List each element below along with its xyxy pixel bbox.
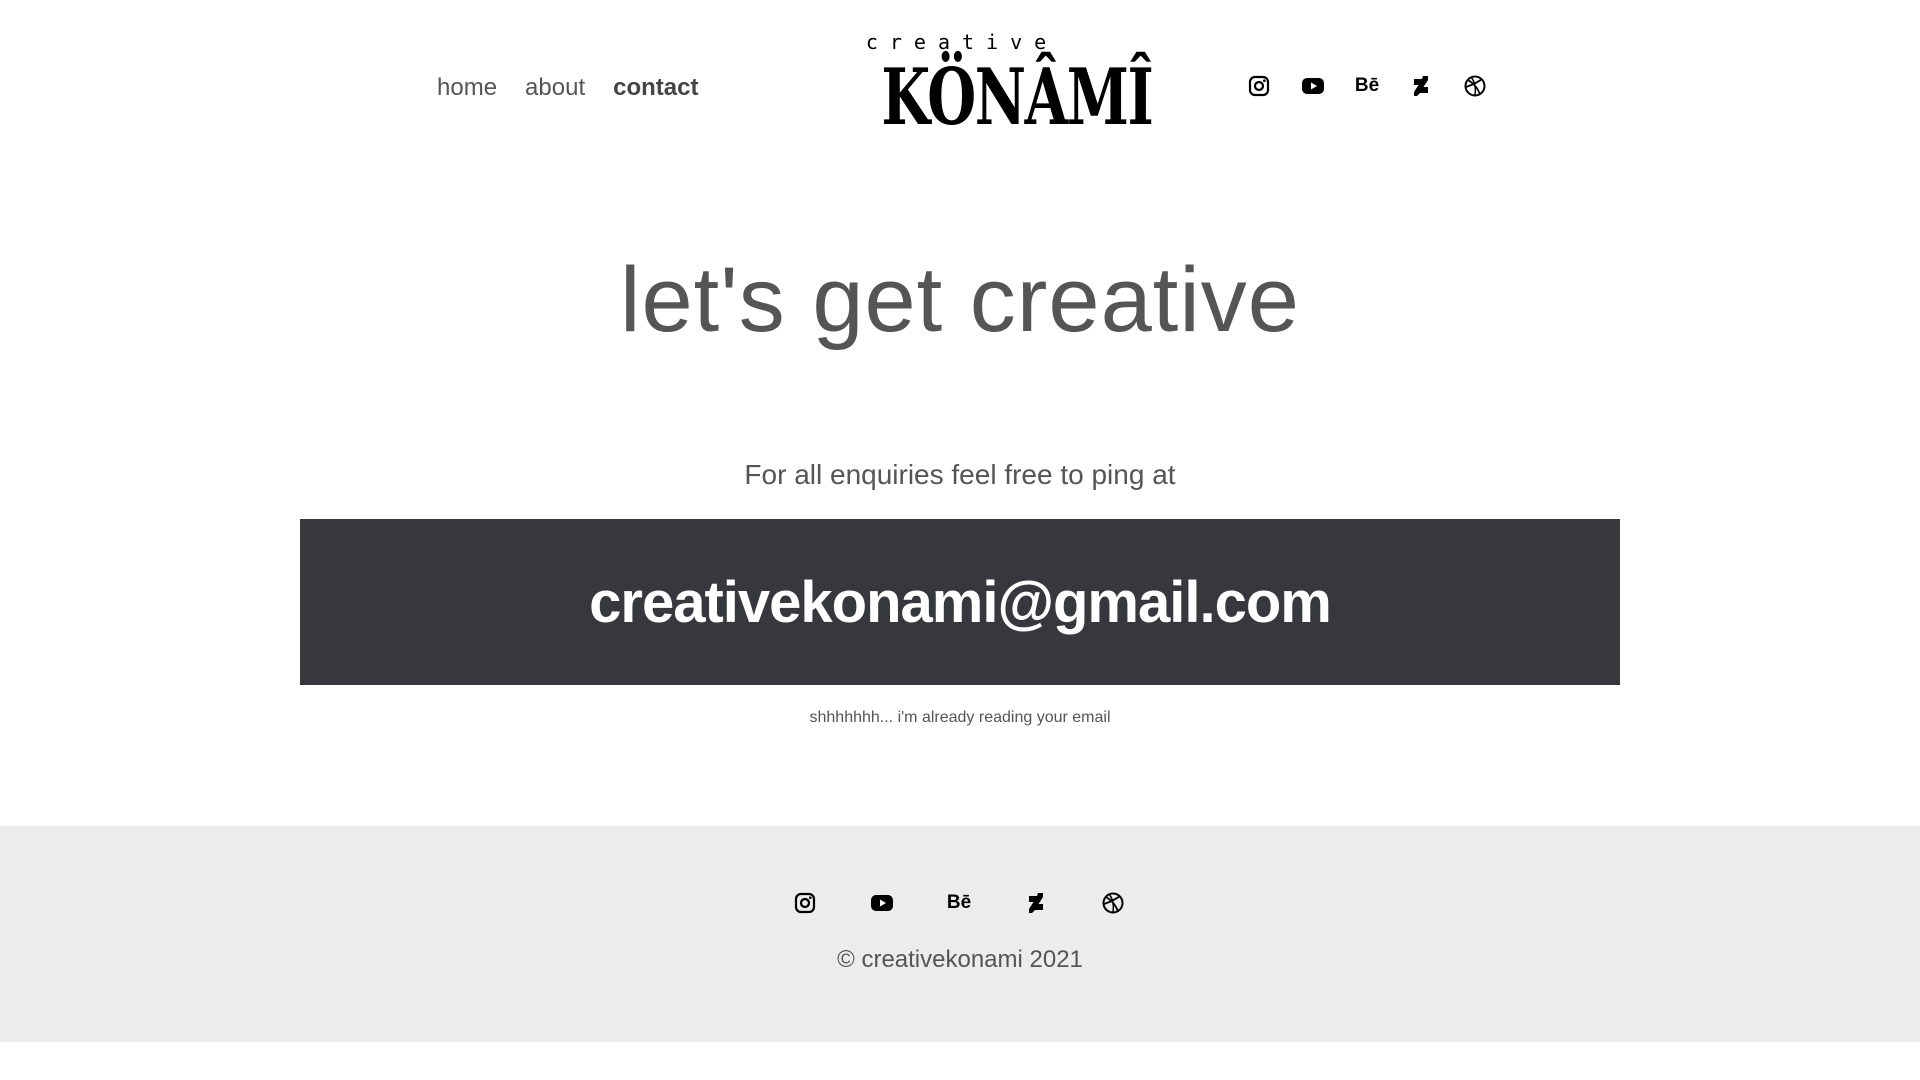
site-footer: Bē © creativekonami 2021 — [0, 826, 1920, 1042]
dribbble-icon[interactable] — [1463, 74, 1487, 98]
email-note: shhhhhhh... i'm already reading your ema… — [809, 709, 1111, 726]
copyright-text: © creativekonami 2021 — [837, 946, 1083, 973]
logo-main-text: KÖNÂMÎ — [881, 52, 1153, 143]
site-header: home about contact creative KÖNÂMÎ Bē — [0, 0, 1920, 180]
footer-social-links: Bē — [793, 891, 1125, 915]
header-social-links: Bē — [1247, 74, 1487, 98]
youtube-icon[interactable] — [1301, 74, 1325, 98]
behance-icon[interactable]: Bē — [1355, 74, 1379, 98]
youtube-icon[interactable] — [870, 891, 894, 915]
main-nav: home about contact — [437, 74, 698, 102]
deviantart-icon[interactable] — [1024, 891, 1048, 915]
behance-icon[interactable]: Bē — [947, 891, 971, 915]
dribbble-icon[interactable] — [1101, 891, 1125, 915]
nav-home[interactable]: home — [437, 74, 497, 102]
site-logo[interactable]: creative KÖNÂMÎ — [852, 30, 1154, 150]
logo-top-text: creative — [865, 30, 1059, 54]
page-title: let's get creative — [620, 249, 1300, 351]
instagram-icon[interactable] — [793, 891, 817, 915]
nav-contact[interactable]: contact — [613, 74, 698, 102]
enquiry-intro: For all enquiries feel free to ping at — [744, 459, 1176, 490]
instagram-icon[interactable] — [1247, 74, 1271, 98]
deviantart-icon[interactable] — [1409, 74, 1433, 98]
email-link[interactable]: creativekonami@gmail.com — [589, 569, 1332, 636]
nav-about[interactable]: about — [525, 74, 585, 102]
email-banner: creativekonami@gmail.com — [300, 519, 1620, 685]
